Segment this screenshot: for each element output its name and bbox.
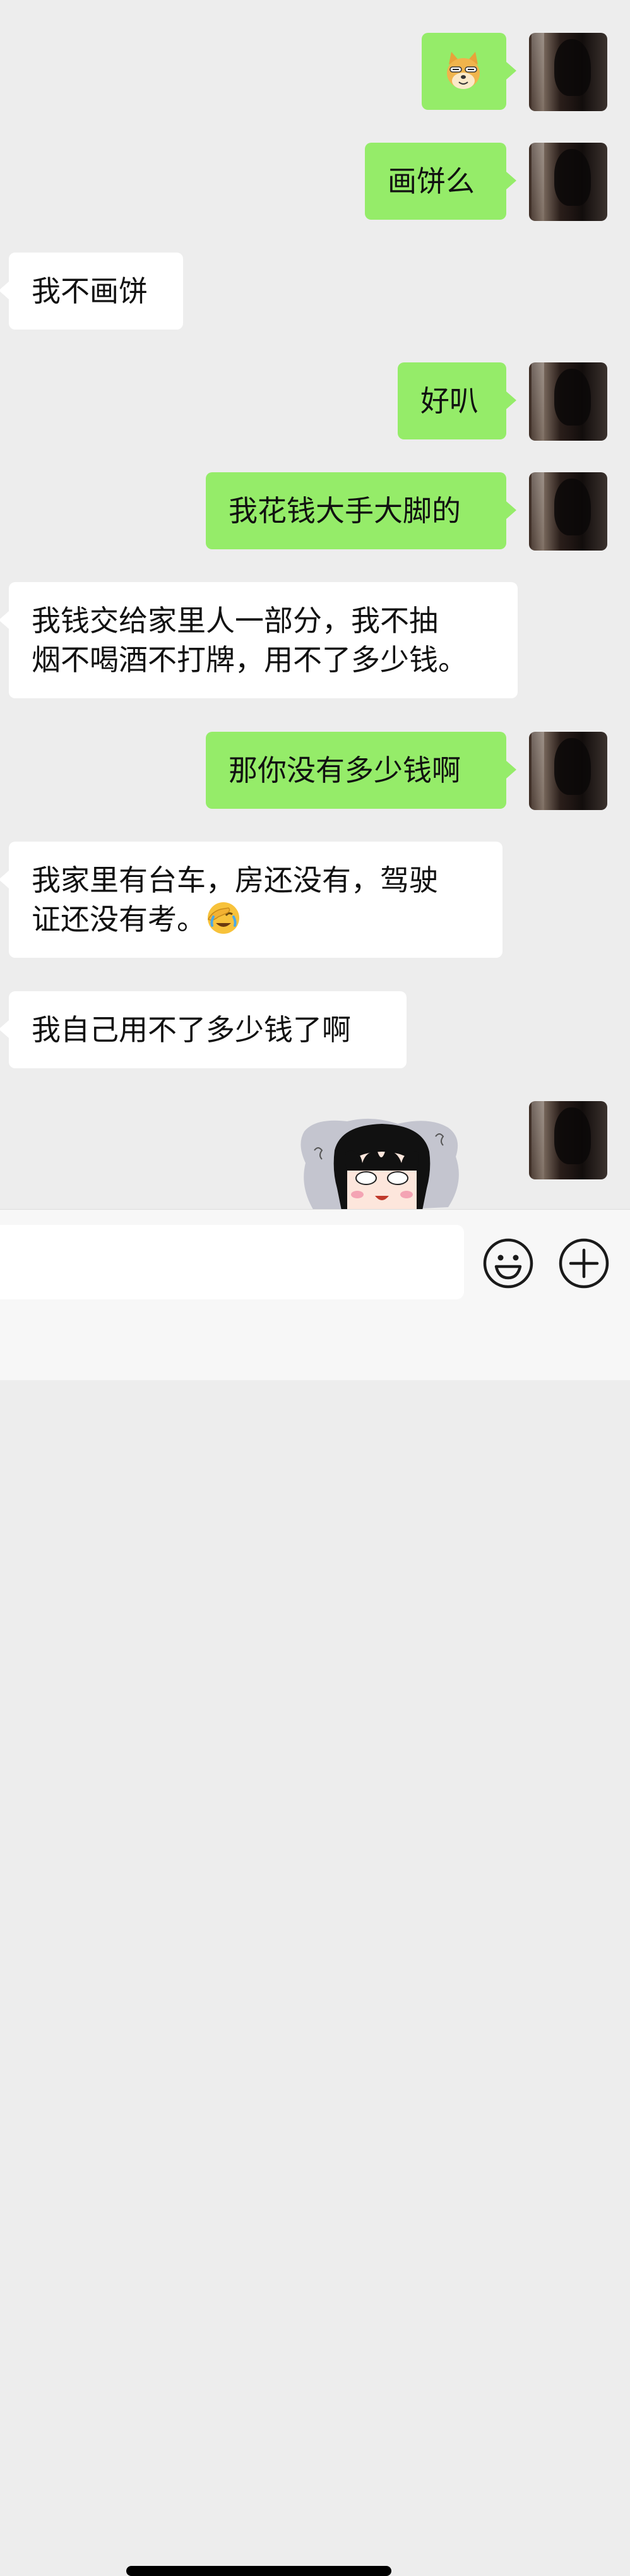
message-bubble-sent[interactable]: 那你没有多少钱啊 bbox=[206, 732, 516, 809]
message-text-line: 我钱交给家里人一部分，我不抽 bbox=[32, 604, 438, 638]
message-bubble-received[interactable]: 我自己用不了多少钱了啊 bbox=[0, 991, 407, 1068]
message-text: 我不画饼 bbox=[32, 274, 148, 308]
facepalm-emoji bbox=[208, 902, 239, 934]
message-text: 画饼么 bbox=[388, 164, 475, 198]
chat-message-list[interactable]: 画饼么 我不画饼 好叭 我花钱大手大脚的 我钱交给家里人一部分，我不抽 烟不喝酒… bbox=[0, 0, 630, 1209]
chat-input-bar bbox=[0, 1209, 630, 2576]
message-text: 我自己用不了多少钱了啊 bbox=[32, 1013, 351, 1047]
message-bubble-sent[interactable]: 画饼么 bbox=[365, 143, 516, 220]
doge-icon bbox=[447, 52, 480, 89]
smiley-icon[interactable] bbox=[482, 1237, 534, 1289]
avatar[interactable] bbox=[529, 362, 607, 441]
cartoon-girl-sticker[interactable] bbox=[297, 1112, 467, 1209]
message-bubble-received[interactable]: 我钱交给家里人一部分，我不抽 烟不喝酒不打牌，用不了多少钱。 bbox=[0, 582, 518, 698]
message-text: 好叭 bbox=[420, 384, 478, 418]
message-bubble-received[interactable]: 我不画饼 bbox=[0, 253, 183, 330]
message-bubble-sent[interactable]: 我花钱大手大脚的 bbox=[206, 472, 516, 549]
plus-circle-icon[interactable] bbox=[558, 1237, 610, 1289]
avatar[interactable] bbox=[529, 143, 607, 221]
avatar[interactable] bbox=[529, 1101, 607, 1179]
message-bubble-received[interactable]: 我家里有台车，房还没有，驾驶 证还没有考。 bbox=[0, 842, 502, 958]
avatar[interactable] bbox=[529, 472, 607, 551]
message-text: 我花钱大手大脚的 bbox=[229, 494, 461, 528]
avatar[interactable] bbox=[529, 33, 607, 111]
message-text-line-with-emoji: 证还没有考。 bbox=[32, 900, 480, 939]
message-text-line: 烟不喝酒不打牌，用不了多少钱。 bbox=[32, 643, 467, 677]
message-text: 那你没有多少钱啊 bbox=[229, 753, 461, 787]
message-input[interactable] bbox=[0, 1225, 464, 1299]
message-text-line: 证还没有考。 bbox=[32, 902, 206, 936]
message-bubble-sent[interactable]: 好叭 bbox=[398, 362, 516, 439]
message-bubble-sent[interactable] bbox=[422, 33, 516, 110]
home-indicator[interactable] bbox=[126, 2566, 391, 2576]
message-text-line: 我家里有台车，房还没有，驾驶 bbox=[32, 863, 438, 897]
avatar[interactable] bbox=[529, 732, 607, 810]
